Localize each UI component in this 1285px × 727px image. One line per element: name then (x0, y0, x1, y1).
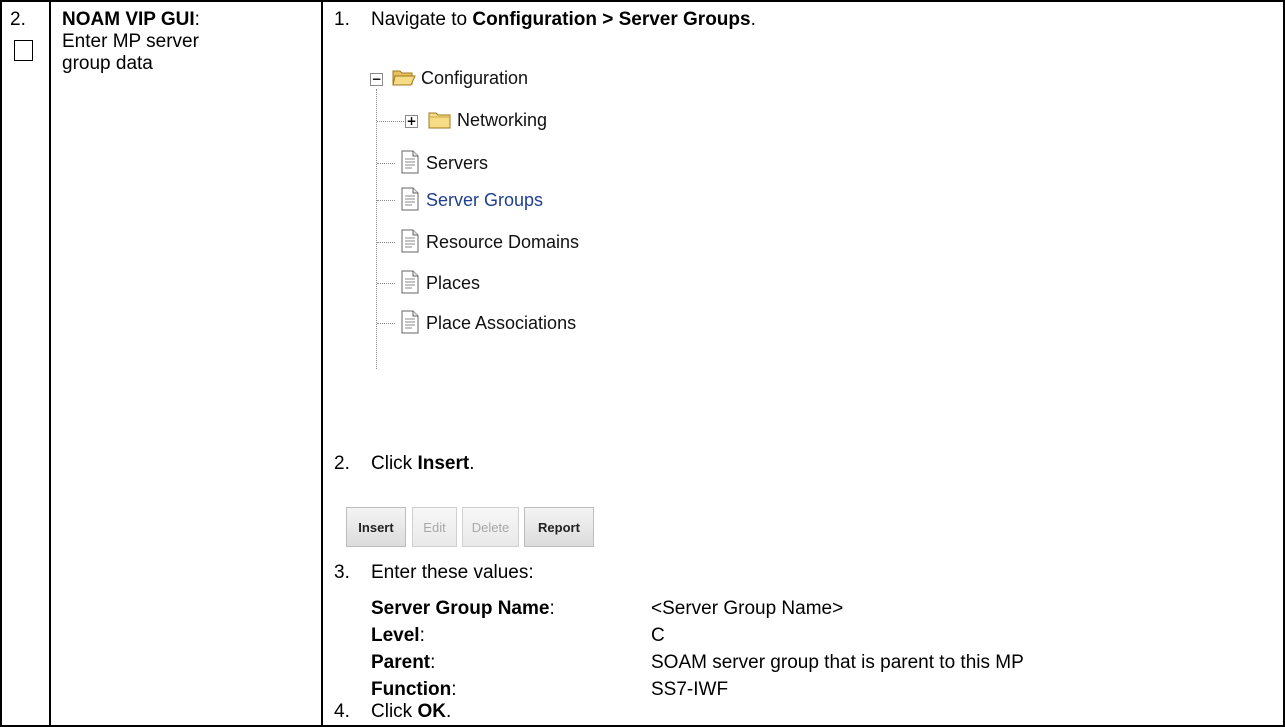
step-title-bold: NOAM VIP GUI (62, 9, 195, 30)
substep-3-number: 3. (334, 562, 350, 583)
field-label: Server Group Name: (371, 598, 555, 620)
colon: : (430, 652, 436, 673)
report-button[interactable]: Report (524, 507, 594, 547)
page-icon (401, 150, 419, 174)
page-icon (401, 270, 419, 294)
tree-root-configuration[interactable]: Configuration (421, 67, 528, 89)
step-description-line-1: Enter MP server (62, 31, 199, 52)
substep-1-bold: Configuration > Server Groups (472, 9, 751, 30)
substep-1-text: Navigate to Configuration > Server Group… (371, 9, 756, 31)
tree-guide-line (376, 89, 378, 369)
tree-item-resource-domains[interactable]: Resource Domains (426, 231, 579, 253)
tree-branch (377, 121, 404, 123)
delete-button[interactable]: Delete (462, 507, 519, 547)
edit-button[interactable]: Edit (412, 507, 457, 547)
colon: : (451, 679, 457, 700)
folder-icon (428, 112, 451, 129)
step-number: 2. (10, 9, 26, 30)
colon: : (549, 598, 555, 619)
tree-item-place-associations[interactable]: Place Associations (426, 312, 576, 334)
tree-item-server-groups[interactable]: Server Groups (426, 189, 543, 211)
substep-2-number: 2. (334, 453, 350, 474)
procedure-table: 2. NOAM VIP GUI: Enter MP server group d… (0, 0, 1285, 727)
column-divider-2 (321, 0, 323, 727)
substep-4-text: Click OK. (371, 701, 451, 723)
step-title: NOAM VIP GUI: (62, 9, 200, 31)
page-icon (401, 310, 419, 334)
tree-branch (377, 200, 395, 202)
field-label: Level: (371, 625, 425, 647)
expand-toggle-icon[interactable]: + (405, 115, 418, 128)
field-value-server-group-name: <Server Group Name> (651, 598, 844, 619)
field-label: Parent: (371, 652, 435, 674)
tree-branch (377, 283, 395, 285)
field-label-function: Function (371, 679, 452, 700)
open-folder-icon (392, 70, 416, 86)
field-value-level: C (651, 625, 665, 646)
substep-2-post: . (469, 453, 475, 474)
field-value-function: SS7-IWF (651, 679, 729, 700)
substep-4-number: 4. (334, 701, 350, 722)
substep-1-number: 1. (334, 9, 350, 30)
page-icon (401, 187, 419, 211)
page-icon (401, 229, 419, 253)
substep-4-post: . (445, 701, 452, 722)
tree-branch (377, 323, 395, 325)
substep-1-pre: Navigate to (371, 9, 473, 30)
field-label-parent: Parent (371, 652, 431, 673)
tree-branch (377, 163, 395, 165)
table-left-border (0, 0, 2, 727)
substep-2-bold: Insert (417, 453, 470, 474)
substep-2-text: Click Insert. (371, 453, 474, 475)
substep-4-pre: Click (371, 701, 418, 722)
tree-item-servers[interactable]: Servers (426, 152, 488, 174)
table-top-border (0, 0, 1285, 2)
substep-2-pre: Click (371, 453, 418, 474)
field-label: Function: (371, 679, 456, 701)
field-label-server-group-name: Server Group Name (371, 598, 550, 619)
tree-item-places[interactable]: Places (426, 272, 480, 294)
colon: : (419, 625, 425, 646)
tree-item-networking[interactable]: Networking (457, 109, 547, 131)
field-label-level: Level (371, 625, 420, 646)
step-title-colon: : (194, 9, 200, 30)
step-checkbox[interactable] (14, 40, 33, 61)
substep-4-bold: OK (417, 701, 446, 722)
column-divider-1 (49, 0, 51, 727)
substep-1-post: . (750, 9, 756, 30)
field-value-parent: SOAM server group that is parent to this… (651, 652, 1024, 673)
tree-branch (377, 242, 395, 244)
collapse-toggle-icon[interactable]: − (370, 73, 383, 86)
insert-button[interactable]: Insert (346, 507, 406, 547)
substep-3-text: Enter these values: (371, 562, 534, 583)
step-description-line-2: group data (62, 53, 153, 74)
